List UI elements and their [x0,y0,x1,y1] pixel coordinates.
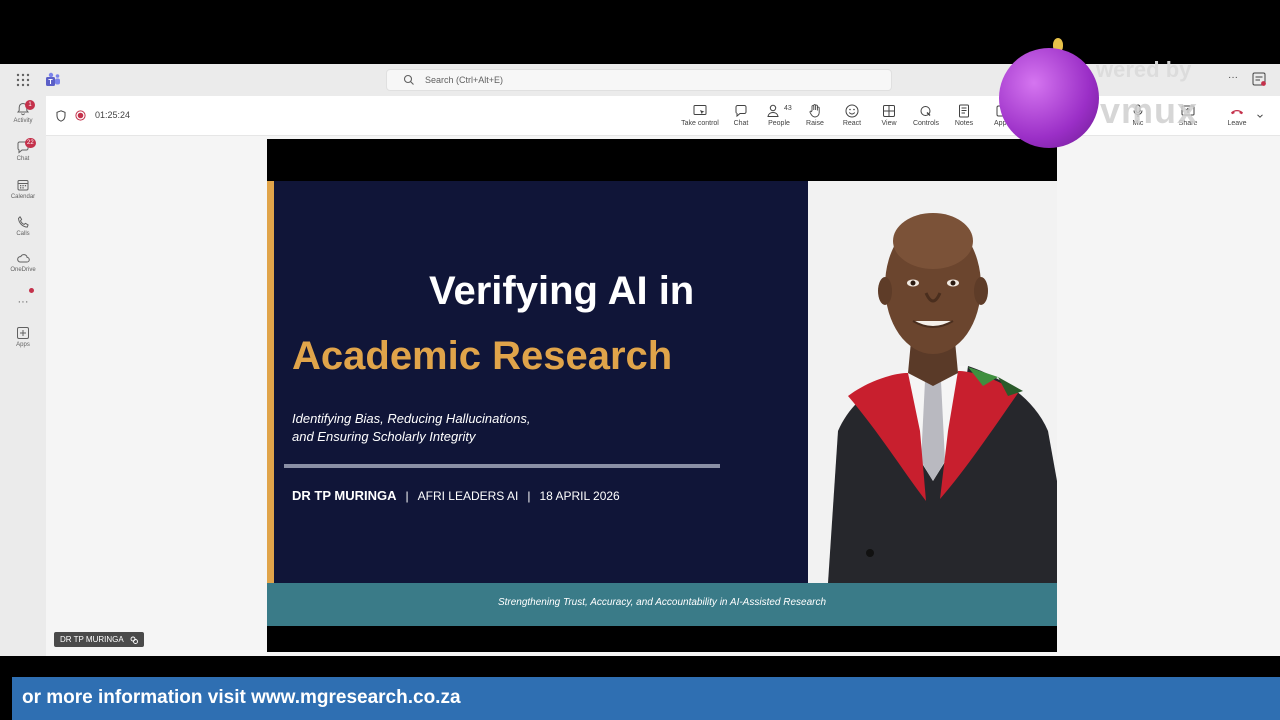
search-input[interactable] [425,72,865,88]
presentation-slide: Verifying AI in Academic Research Identi… [267,181,1057,626]
rail-label-chat: Chat [16,156,30,162]
slide-subtitle: Identifying Bias, Reducing Hallucination… [292,410,592,446]
notes-label: Notes [954,120,974,127]
slide-accent-bar [267,181,274,626]
rail-label-calls: Calls [16,231,30,237]
rail-label-calendar: Calendar [10,194,36,200]
chat-label: Chat [733,120,749,127]
react-button[interactable]: React [839,103,865,133]
calendar-icon [17,180,29,191]
chevron-down-icon[interactable] [1256,112,1264,120]
speaker-name: DR TP MURINGA [60,635,124,644]
rail-item-onedrive[interactable]: OneDrive [0,251,46,285]
slide-title-line2: Academic Research [292,334,673,378]
rail-label-onedrive: OneDrive [10,267,36,273]
notes-icon [959,104,969,118]
controls-icon [920,106,931,116]
meeting-window-icon[interactable] [1252,72,1266,86]
people-icon [767,104,779,117]
meeting-timer: 01:25:24 [95,110,131,120]
organization: AFRI LEADERS AI [417,489,519,503]
slide-footer-band: Strengthening Trust, Accuracy, and Accou… [267,583,1057,626]
rail-more[interactable]: ··· [0,288,46,308]
slide-divider [284,464,720,468]
banner-text: or more information visit www.mgresearch… [22,687,461,708]
leave-label: Leave [1227,120,1247,127]
recording-icon [75,110,86,121]
leave-button[interactable]: Leave [1224,103,1250,133]
rail-label-apps: Apps [16,342,30,348]
app-rail: 1 Activity 22 Chat Calendar Calls OneDri… [0,96,46,656]
more-options-icon[interactable]: ··· [1228,72,1240,86]
chat-badge: 22 [25,138,36,148]
subtitle-line2: and Ensuring Scholarly Integrity [292,429,476,444]
info-banner: or more information visit www.mgresearch… [12,677,1280,720]
teams-window: T ··· 1 Activity [0,64,1280,656]
byline-separator: | [527,489,531,503]
rail-item-calendar[interactable]: Calendar [0,178,46,212]
teams-logo-icon: T [46,72,60,86]
slide-byline: DR TP MURINGA | AFRI LEADERS AI | 18 APRIL 2… [292,488,792,503]
byline-separator: | [405,489,409,503]
shared-content: Verifying AI in Academic Research Identi… [267,139,1057,652]
speaker-name-tag: DR TP MURINGA [54,632,144,647]
presenter-photo [808,181,1057,583]
take-control-icon [693,105,707,115]
svg-text:T: T [48,79,53,86]
search-icon [403,74,414,85]
app-launcher-icon[interactable] [16,73,30,87]
notification-dot [29,288,34,293]
rail-label-activity: Activity [13,118,33,124]
top-right-controls: ··· [1222,72,1272,88]
raise-hand-icon [809,104,820,118]
rail-item-activity[interactable]: 1 Activity [0,100,46,136]
view-label: View [881,120,897,127]
take-control-button[interactable]: Take control [678,103,722,133]
slide-tagline: Strengthening Trust, Accuracy, and Accou… [497,597,827,608]
phone-icon [17,215,29,228]
screen-share-indicator-icon [130,636,138,644]
smiley-icon [845,104,859,118]
controls-button[interactable]: Controls [911,103,941,133]
slide-title-line1: Verifying AI in [429,269,695,313]
rail-item-calls[interactable]: Calls [0,215,46,249]
presentation-date: 18 APRIL 2026 [539,489,620,503]
grid-view-icon [883,105,895,117]
search-box[interactable] [386,69,892,91]
leave-call-icon [1231,110,1243,115]
add-apps-icon [17,327,29,339]
rail-item-chat[interactable]: 22 Chat [0,138,46,174]
take-control-label: Take control [681,120,719,127]
cloud-icon [17,254,30,263]
watermark-brand: vmux [1100,90,1199,131]
people-button[interactable]: 43 People [762,103,796,133]
view-button[interactable]: View [877,103,901,133]
watermark-text: wered by [1096,57,1192,82]
presenter-name: DR TP MURINGA [292,488,397,503]
rail-item-apps[interactable]: Apps [0,326,46,360]
notes-button[interactable]: Notes [951,103,977,133]
raise-hand-button[interactable]: Raise [802,103,828,133]
people-label: People [768,120,790,127]
activity-badge: 1 [25,100,35,110]
raise-label: Raise [806,120,824,127]
controls-label: Controls [912,120,940,127]
people-count: 43 [784,105,792,112]
subtitle-line1: Identifying Bias, Reducing Hallucination… [292,411,531,426]
presenter-portrait-image [808,181,1057,583]
meeting-stage: Verifying AI in Academic Research Identi… [46,136,1280,656]
watermark-logo-icon [999,48,1099,148]
more-apps-icon: ··· [17,296,29,308]
react-label: React [842,120,862,127]
shield-icon[interactable] [56,110,66,122]
chat-icon [735,105,747,118]
chat-button[interactable]: Chat [728,103,754,133]
